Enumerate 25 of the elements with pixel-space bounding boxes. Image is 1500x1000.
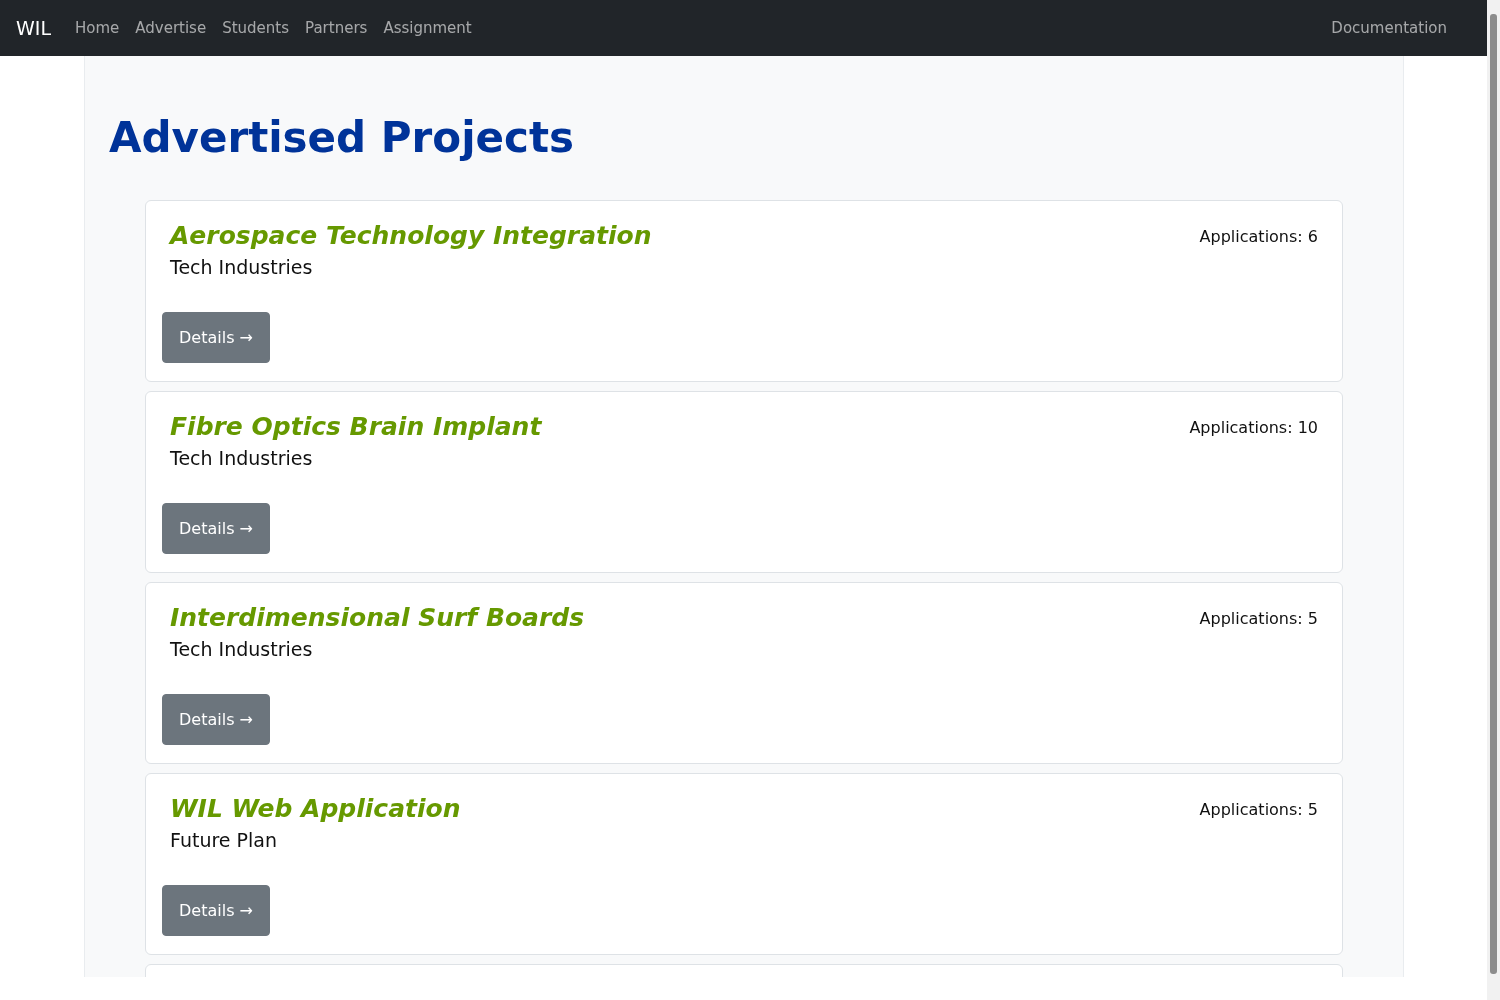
nav-link[interactable]: Home <box>75 19 120 37</box>
nav-link[interactable]: Advertise <box>135 19 207 37</box>
project-title: Aerospace Technology Integration <box>170 221 652 250</box>
project-title: Interdimensional Surf Boards <box>170 603 585 632</box>
company-name: Future Plan <box>170 829 278 851</box>
project-title: Fibre Optics Brain Implant <box>170 412 542 441</box>
details-button[interactable]: Details → <box>162 885 270 936</box>
applications-count: Applications: 10 <box>1189 418 1318 439</box>
details-button[interactable]: Details → <box>162 312 270 363</box>
nav-link[interactable]: Partners <box>305 19 368 37</box>
nav-link[interactable]: Documentation <box>1331 19 1447 37</box>
company-name: Tech Industries <box>170 638 314 660</box>
applications-count: Applications: 5 <box>1199 609 1318 630</box>
applications-count: Applications: 6 <box>1199 227 1318 248</box>
nav-link[interactable]: Assignment <box>383 19 472 37</box>
nav-link[interactable]: Students <box>222 19 290 37</box>
page-heading: Advertised Projects <box>109 112 575 164</box>
project-title: WIL Web Application <box>170 794 461 823</box>
scrollbar[interactable] <box>1487 0 1500 1000</box>
details-button[interactable]: Details → <box>162 694 270 745</box>
details-button[interactable]: Details → <box>162 503 270 554</box>
applications-count: Applications: 5 <box>1199 800 1318 821</box>
brand-link[interactable]: WIL <box>16 17 51 39</box>
company-name: Tech Industries <box>170 447 314 469</box>
company-name: Tech Industries <box>170 256 314 278</box>
